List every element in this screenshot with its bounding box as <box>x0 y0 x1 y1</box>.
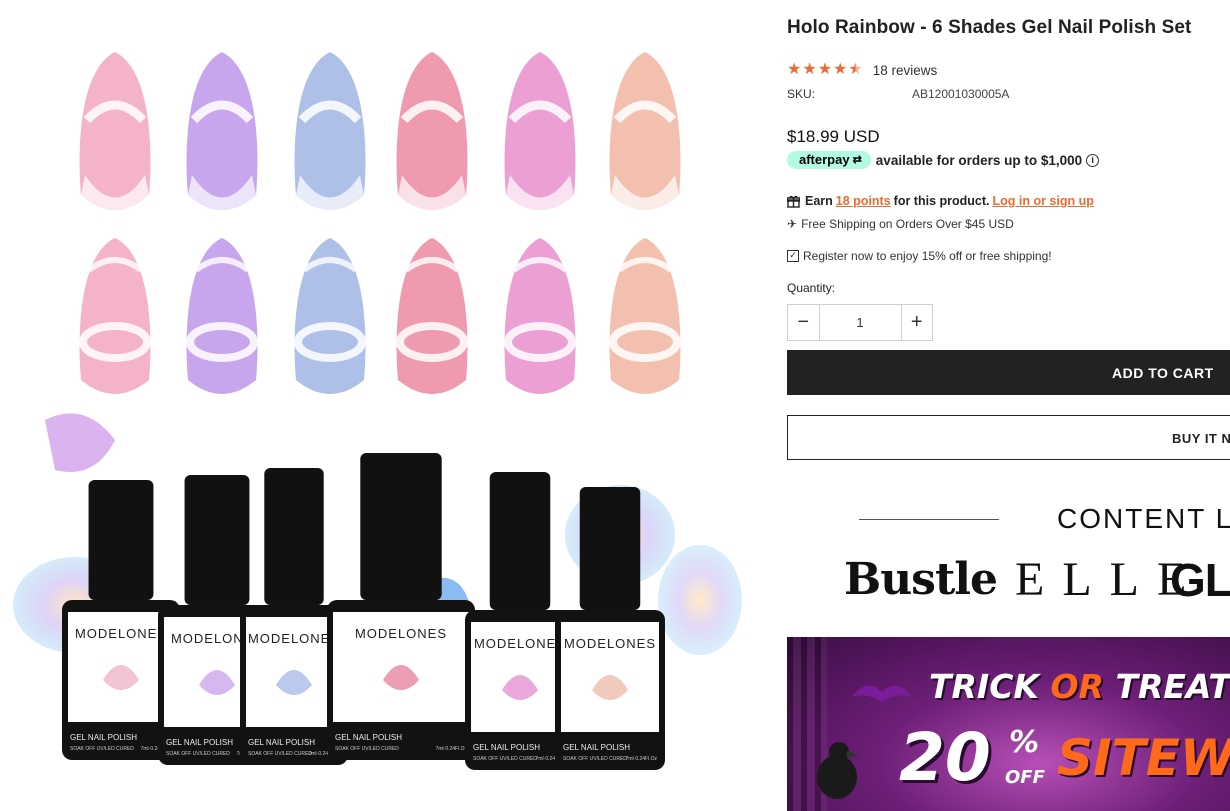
bottle-cure-label: SOAK OFF UV/LED CURED <box>335 746 399 752</box>
bat-icon <box>852 685 912 702</box>
bustle-logo: Bustle <box>844 554 998 605</box>
register-text: Register now to enjoy 15% off or free sh… <box>803 249 1052 263</box>
bottle-cap <box>489 472 551 610</box>
half-star-icon: ★ <box>848 61 863 78</box>
bottle-product-label: GEL NAIL POLISH <box>166 738 233 747</box>
product-image[interactable]: MODELONES GEL NAIL POLISH SOAK OFF UV/LED … <box>0 0 760 811</box>
bottle-cure-label: SOAK OFF UV/LED CURED <box>248 751 312 757</box>
gift-icon <box>787 195 800 208</box>
minus-button[interactable]: − <box>788 305 819 340</box>
rewards-row: Earn 18 points for this product. Log in … <box>787 194 1097 208</box>
afterpay-arrows-icon: ⇄ <box>852 154 862 166</box>
bottle-brand: MODELONES <box>474 636 566 651</box>
bottle-cure-label: SOAK OFF UV/LED CURED <box>563 756 627 762</box>
bottle-volume-label: 7ml·0.24Fl.Oz <box>626 756 658 762</box>
points-link[interactable]: 18 points <box>836 194 891 208</box>
banner-or: OR <box>1050 667 1104 706</box>
bottle-cap <box>264 468 324 605</box>
buy-now-button[interactable]: BUY IT N <box>787 415 1230 460</box>
product-info: Holo Rainbow - 6 Shades Gel Nail Polish … <box>787 0 1230 811</box>
bottle-product-label: GEL NAIL POLISH <box>70 733 137 742</box>
product-title: Holo Rainbow - 6 Shades Gel Nail Polish … <box>787 17 1192 38</box>
bottle-cure-label: SOAK OFF UV/LED CURED <box>166 751 230 757</box>
plus-button[interactable]: + <box>902 305 933 340</box>
buy-now-label: BUY IT N <box>1172 431 1230 446</box>
quantity-input[interactable] <box>818 305 902 340</box>
plane-icon: ✈ <box>787 217 798 231</box>
afterpay-badge: afterpay ⇄ <box>787 151 871 169</box>
bottle-cap <box>579 487 641 610</box>
shipping-text: Free Shipping on Orders Over $45 USD <box>801 217 1014 231</box>
star-icon: ★ <box>833 61 848 78</box>
register-row: ✓ Register now to enjoy 15% off or free … <box>787 249 1052 263</box>
bottle-cure-label: SOAK OFF UV/LED CURED <box>70 746 134 752</box>
add-to-cart-button[interactable]: ADD TO CART <box>787 350 1230 395</box>
glamour-logo: GLA <box>1170 554 1230 606</box>
sku-label: SKU: <box>787 87 816 101</box>
star-icon: ★ <box>787 61 802 78</box>
shipping-row: ✈ Free Shipping on Orders Over $45 USD <box>787 217 1014 231</box>
afterpay-text: available for orders up to $1,000 <box>875 152 1083 168</box>
afterpay-row: afterpay ⇄ available for orders up to $1… <box>787 151 1100 169</box>
rating-row[interactable]: ★ ★ ★ ★ ★ 18 reviews <box>787 62 937 78</box>
banner-headline: TRICK OR TREAT <box>929 667 1230 706</box>
bottle-product-label: GEL NAIL POLISH <box>563 743 630 752</box>
info-icon[interactable]: i <box>1086 153 1100 167</box>
sku-value: AB12001030005A <box>912 87 1010 101</box>
login-link[interactable]: Log in or sign up <box>993 194 1094 208</box>
star-icon: ★ <box>817 61 833 78</box>
crow-icon <box>817 742 859 799</box>
bottle-cap <box>184 475 250 605</box>
price: $18.99 USD <box>787 127 880 146</box>
add-to-cart-label: ADD TO CART <box>1112 365 1214 381</box>
banner-percent-sign: % <box>1009 725 1040 760</box>
bottle-product-label: GEL NAIL POLISH <box>473 743 540 752</box>
star-rating: ★ ★ ★ ★ ★ <box>787 62 863 78</box>
divider <box>859 519 999 520</box>
promo-banner[interactable]: TRICK OR TREAT 20 % OFF SITEWI <box>787 637 1230 811</box>
banner-trick: TRICK <box>929 667 1039 706</box>
banner-off: OFF <box>1005 767 1045 788</box>
points-suffix: for this product. <box>893 194 990 208</box>
bottle-volume-label: 7ml·0.24Fl.Oz <box>436 746 468 752</box>
quantity-label: Quantity: <box>787 281 836 295</box>
banner-percent: 20 <box>899 719 991 796</box>
bottle-brand: MODELONES <box>355 626 447 641</box>
bottle-product-label: GEL NAIL POLISH <box>248 738 315 747</box>
banner-treat: TREAT <box>1115 667 1230 706</box>
bottle-cure-label: SOAK OFF UV/LED CURED <box>473 756 537 762</box>
bottle-brand: MODELONES <box>75 626 167 641</box>
banner-sitewide: SITEWI <box>1057 729 1230 787</box>
earn-text: Earn <box>805 194 833 208</box>
product-photo: MODELONES GEL NAIL POLISH SOAK OFF UV/LED … <box>13 52 742 770</box>
quantity-stepper: − + <box>787 304 933 341</box>
reviews-link[interactable]: 18 reviews <box>873 63 938 78</box>
checkbox-icon: ✓ <box>787 250 799 262</box>
bottle-product-label: GEL NAIL POLISH <box>335 733 402 742</box>
star-icon: ★ <box>802 61 817 78</box>
bottle-brand: MODELONES <box>564 636 656 651</box>
press-heading: CONTENT L <box>1057 503 1230 534</box>
bottle-cap <box>88 480 154 600</box>
bottle-brand: MODELONES <box>248 631 340 646</box>
bottle-cap <box>360 453 442 600</box>
afterpay-logo-text: afterpay <box>799 152 850 167</box>
